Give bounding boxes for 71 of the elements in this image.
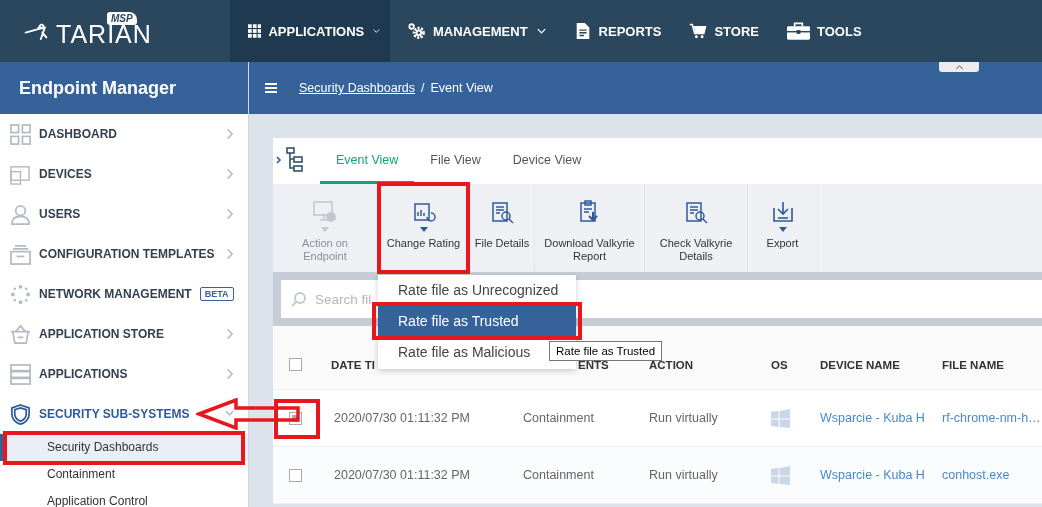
table-cell-text: Run virtually	[648, 411, 719, 425]
windows-icon	[771, 465, 790, 485]
user-icon	[10, 203, 31, 225]
sidebar-item[interactable]: DASHBOARD	[0, 114, 248, 154]
sidebar-item[interactable]: CONFIGURATION TEMPLATES	[0, 234, 248, 274]
chevron-right-icon	[225, 248, 234, 260]
row-checkbox[interactable]	[288, 468, 302, 482]
chevron-up-icon	[954, 64, 964, 70]
view-tab[interactable]: File View	[414, 138, 497, 184]
sidebar-item[interactable]: USERS	[0, 194, 248, 234]
toolbox-icon	[787, 22, 810, 40]
dashboard-icon	[10, 123, 31, 145]
table-cell-text: Run virtually	[648, 468, 719, 482]
table-cell-text: 2020/07/30 01:11:32 PM	[333, 411, 471, 425]
shield-icon	[10, 403, 31, 425]
highlight-frame	[274, 399, 320, 439]
nav-menu-item[interactable]: TOOLS	[769, 0, 872, 62]
menu-item[interactable]: Rate file as Trusted	[378, 306, 576, 337]
breadcrumb-link[interactable]: Security Dashboards	[299, 81, 416, 95]
document-search-icon	[490, 200, 514, 224]
chevron-right-icon	[225, 168, 234, 180]
cart-icon	[689, 22, 708, 40]
document-search-icon	[684, 200, 708, 224]
basket-icon	[10, 323, 31, 345]
chevron-right-icon	[225, 208, 234, 220]
sidebar-subitem[interactable]: Application Control	[0, 488, 248, 507]
breadcrumb-current: Event View	[430, 81, 493, 95]
file-link[interactable]: conhost.exe	[925, 468, 1035, 482]
export-icon	[770, 200, 795, 224]
sidebar-item[interactable]: APPLICATIONS	[0, 354, 248, 394]
search-icon	[291, 291, 307, 307]
sidebar-item[interactable]: NETWORK MANAGEMENT BETA	[0, 274, 248, 314]
chevron-right-icon	[225, 128, 234, 140]
devices-icon	[10, 163, 31, 185]
report-refresh-icon	[411, 200, 436, 224]
stack-icon	[10, 243, 31, 265]
windows-icon	[771, 408, 790, 428]
nav-menu-item[interactable]: APPLICATIONS	[230, 0, 390, 62]
grid-icon	[248, 22, 262, 40]
device-link[interactable]: Wsparcie - Kuba H	[803, 411, 925, 425]
monitor-icon	[313, 200, 337, 224]
nav-menu-item[interactable]: STORE	[671, 0, 769, 62]
nav-menu-item[interactable]: REPORTS	[555, 0, 672, 62]
toolbar-button[interactable]: Change Rating	[378, 184, 470, 272]
view-tab[interactable]: Device View	[496, 138, 598, 184]
column-header[interactable]: FILE NAME	[925, 358, 1035, 371]
table-cell-text: Containment	[522, 411, 595, 425]
sidebar-item[interactable]: SECURITY SUB-SYSTEMS	[0, 394, 248, 434]
chevron-right-icon	[225, 368, 234, 380]
column-header[interactable]: OS	[754, 358, 803, 371]
sidebar-item[interactable]: DEVICES	[0, 154, 248, 194]
tooltip: Rate file as Trusted	[549, 341, 663, 361]
sidebar-item[interactable]: APPLICATION STORE	[0, 314, 248, 354]
device-link[interactable]: Wsparcie - Kuba H	[803, 468, 925, 482]
gears-icon	[408, 22, 426, 40]
select-all-checkbox[interactable]	[288, 358, 302, 371]
chevron-right-icon	[225, 328, 234, 340]
server-icon	[10, 363, 31, 385]
sidebar-subitem[interactable]: Security Dashboards	[0, 434, 248, 461]
table-cell-text: 2020/07/30 01:11:32 PM	[333, 468, 471, 482]
tree-icon[interactable]	[276, 147, 306, 173]
sidebar-subitem[interactable]: Containment	[0, 461, 248, 488]
sidebar-title: Endpoint Manager	[0, 62, 248, 114]
breadcrumb-separator: /	[421, 81, 425, 95]
column-header[interactable]: ACTION	[632, 358, 754, 371]
table-cell-text: Containment	[522, 468, 595, 482]
beta-badge: BETA	[199, 287, 234, 301]
network-icon	[10, 283, 31, 305]
menu-icon[interactable]	[265, 83, 277, 93]
nav-menu-item[interactable]: MANAGEMENT	[390, 0, 556, 62]
column-header[interactable]: DEVICE NAME	[803, 358, 925, 371]
